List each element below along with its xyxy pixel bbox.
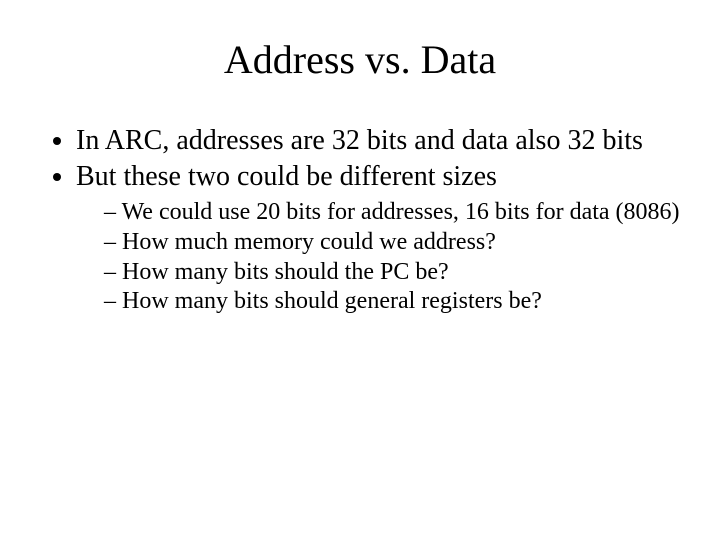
sub-bullet-item: We could use 20 bits for addresses, 16 b… <box>104 199 680 227</box>
bullet-item: In ARC, addresses are 32 bits and data a… <box>76 125 680 157</box>
bullet-list: In ARC, addresses are 32 bits and data a… <box>40 125 680 316</box>
bullet-text: In ARC, addresses are 32 bits and data a… <box>76 125 643 156</box>
sub-bullet-text: We could use 20 bits for addresses, 16 b… <box>122 199 680 225</box>
sub-bullet-text: How many bits should the PC be? <box>122 259 449 285</box>
bullet-item: But these two could be different sizes W… <box>76 161 680 316</box>
sub-bullet-text: How many bits should general registers b… <box>122 288 542 314</box>
sub-bullet-text: How much memory could we address? <box>122 229 496 255</box>
sub-bullet-item: How much memory could we address? <box>104 229 680 257</box>
sub-bullet-item: How many bits should the PC be? <box>104 259 680 287</box>
slide-title: Address vs. Data <box>40 36 680 83</box>
bullet-text: But these two could be different sizes <box>76 161 497 192</box>
slide: Address vs. Data In ARC, addresses are 3… <box>0 0 720 540</box>
sub-bullet-item: How many bits should general registers b… <box>104 288 680 316</box>
sub-bullet-list: We could use 20 bits for addresses, 16 b… <box>76 199 680 315</box>
